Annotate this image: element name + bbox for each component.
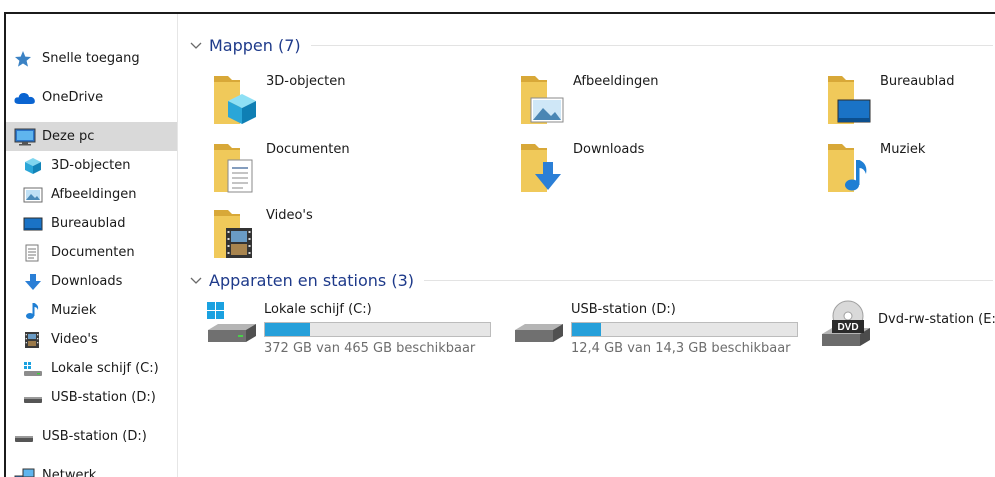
navigation-pane[interactable]: Snelle toegang OneDrive Deze pc 3D-objec… [6, 14, 178, 477]
devices-group-title: Apparaten en stations (3) [209, 270, 415, 290]
usb-drive-icon [14, 428, 36, 446]
folder-tile-3d-objects[interactable]: 3D-objecten [210, 70, 346, 132]
folder-tile-desktop[interactable]: Bureaublad [824, 70, 955, 132]
sidebar-item-3d-objects[interactable]: 3D-objecten [6, 151, 177, 180]
drive-info: Dvd-rw-station (E:) [878, 298, 995, 327]
folders-group-title: Mappen (7) [209, 35, 301, 55]
sidebar-item-label: Netwerk [42, 468, 97, 477]
usb-drive-icon [515, 324, 563, 342]
group-divider [310, 44, 993, 46]
sidebar-item-videos[interactable]: Video's [6, 325, 177, 354]
folder-tile-pictures[interactable]: Afbeeldingen [517, 70, 658, 132]
sidebar-item-label: USB-station (D:) [51, 390, 156, 405]
chevron-down-icon[interactable] [189, 38, 203, 52]
network-icon [14, 467, 36, 477]
sidebar-item-label: Deze pc [42, 129, 95, 144]
sidebar-item-documents[interactable]: Documenten [6, 238, 177, 267]
sidebar-item-usb-drive-d[interactable]: USB-station (D:) [6, 383, 177, 412]
drive-usage-fill [572, 323, 602, 336]
sidebar-item-network[interactable]: Netwerk [6, 461, 177, 477]
folder-3d-objects-icon [214, 76, 256, 124]
folder-music-icon [828, 144, 867, 192]
sidebar-item-label: Snelle toegang [42, 51, 140, 66]
folder-tile-videos[interactable]: Video's [210, 204, 313, 266]
folder-documents-icon [214, 144, 253, 193]
desktop-icon [23, 215, 45, 233]
chevron-down-icon[interactable] [189, 273, 203, 287]
folders-group-header[interactable]: Mappen (7) [189, 34, 995, 56]
sidebar-item-label: Downloads [51, 274, 123, 289]
drive-name: Dvd-rw-station (E:) [878, 312, 995, 327]
sidebar-item-label: Muziek [51, 303, 97, 318]
group-divider [424, 279, 993, 281]
sidebar-item-pictures[interactable]: Afbeeldingen [6, 180, 177, 209]
folder-label: Documenten [266, 142, 350, 157]
sidebar-item-usb-drive-d-root[interactable]: USB-station (D:) [6, 422, 177, 451]
sidebar-item-label: USB-station (D:) [42, 429, 147, 444]
folder-tile-music[interactable]: Muziek [824, 138, 925, 200]
document-icon [23, 244, 45, 262]
drive-usage-bar [571, 322, 798, 337]
devices-group-header[interactable]: Apparaten en stations (3) [189, 269, 995, 291]
drive-usage-bar [264, 322, 491, 337]
drive-tile-local-disk-c[interactable]: Lokale schijf (C:) 372 GB van 465 GB bes… [204, 298, 491, 358]
folder-label: Afbeeldingen [573, 74, 659, 89]
folder-desktop-icon [828, 76, 871, 124]
folder-label: Downloads [573, 142, 645, 157]
drive-tile-dvd-rw-e[interactable]: DVD Dvd-rw-station (E:) [818, 298, 995, 358]
sidebar-item-label: Documenten [51, 245, 135, 260]
folder-label: Bureaublad [880, 74, 955, 89]
windows-hard-drive-icon [207, 302, 256, 342]
folder-label: Video's [266, 208, 313, 223]
folder-videos-icon [214, 210, 252, 258]
drive-name: USB-station (D:) [571, 302, 676, 317]
sidebar-item-quick-access[interactable]: Snelle toegang [6, 44, 177, 73]
film-icon [23, 331, 45, 349]
music-note-icon [23, 302, 45, 320]
cube-icon [23, 157, 45, 175]
content-pane: Mappen (7) 3D-objecten Afbeeldingen Bure… [178, 14, 995, 477]
folder-tile-downloads[interactable]: Downloads [517, 138, 644, 200]
drive-free-space: 372 GB van 465 GB beschikbaar [264, 341, 476, 356]
drive-info: Lokale schijf (C:) 372 GB van 465 GB bes… [264, 298, 491, 356]
picture-icon [23, 186, 45, 204]
folder-tile-documents[interactable]: Documenten [210, 138, 350, 200]
sidebar-item-local-disk-c[interactable]: Lokale schijf (C:) [6, 354, 177, 383]
download-arrow-icon [23, 273, 45, 291]
dvd-logo-text: DVD [837, 322, 858, 333]
folder-pictures-icon [521, 76, 564, 124]
sidebar-item-label: OneDrive [42, 90, 104, 105]
cloud-icon [14, 89, 36, 107]
sidebar-item-this-pc[interactable]: Deze pc [6, 122, 177, 151]
drive-tile-usb-drive-d[interactable]: USB-station (D:) 12,4 GB van 14,3 GB bes… [511, 298, 798, 358]
sidebar-item-downloads[interactable]: Downloads [6, 267, 177, 296]
folder-label: 3D-objecten [266, 74, 346, 89]
windows-drive-icon [23, 360, 45, 378]
usb-drive-icon [23, 389, 45, 407]
drive-usage-fill [265, 323, 310, 336]
sidebar-item-label: 3D-objecten [51, 158, 131, 173]
sidebar-item-onedrive[interactable]: OneDrive [6, 83, 177, 112]
sidebar-item-label: Video's [51, 332, 98, 347]
dvd-drive-icon: DVD [822, 300, 870, 346]
sidebar-item-desktop[interactable]: Bureaublad [6, 209, 177, 238]
folder-label: Muziek [880, 142, 926, 157]
drive-name: Lokale schijf (C:) [264, 302, 372, 317]
computer-icon [14, 128, 36, 146]
folder-downloads-icon [521, 144, 561, 192]
drive-free-space: 12,4 GB van 14,3 GB beschikbaar [571, 341, 791, 356]
sidebar-item-label: Lokale schijf (C:) [51, 361, 159, 376]
drive-info: USB-station (D:) 12,4 GB van 14,3 GB bes… [571, 298, 798, 356]
star-icon [14, 50, 36, 68]
sidebar-item-label: Afbeeldingen [51, 187, 137, 202]
sidebar-item-label: Bureaublad [51, 216, 126, 231]
file-explorer-window: Snelle toegang OneDrive Deze pc 3D-objec… [4, 12, 995, 477]
sidebar-item-music[interactable]: Muziek [6, 296, 177, 325]
